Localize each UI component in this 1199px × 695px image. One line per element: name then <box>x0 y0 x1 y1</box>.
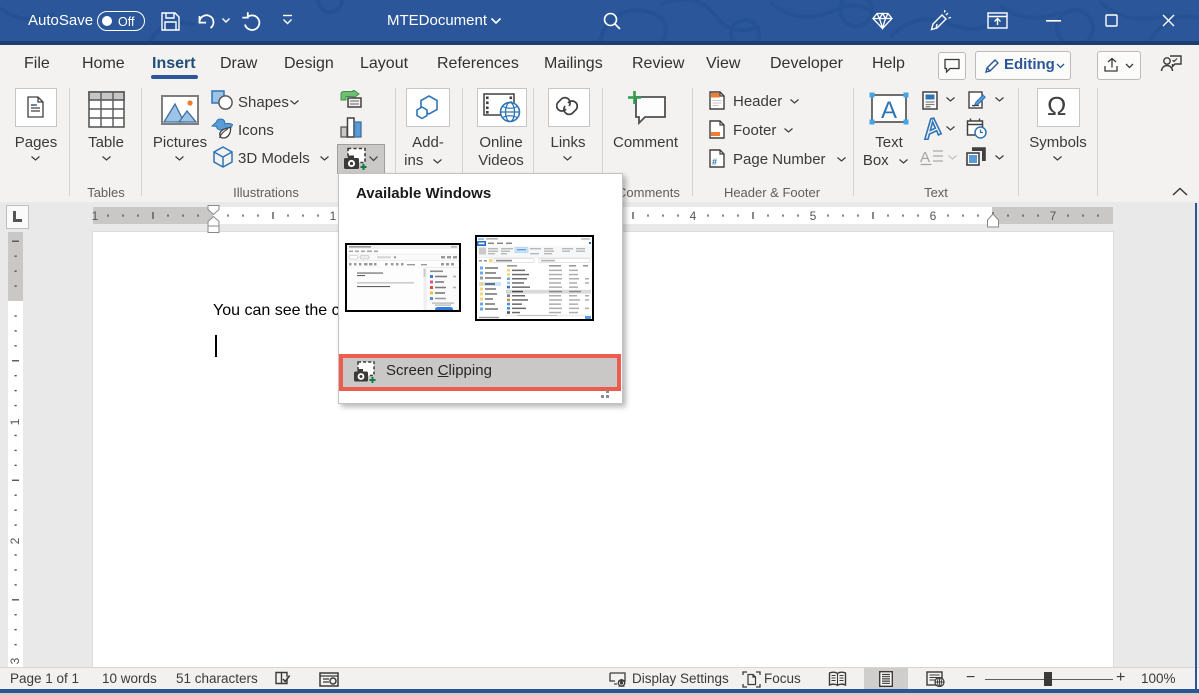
svg-text:1: 1 <box>92 209 99 223</box>
svg-text:A: A <box>920 149 930 166</box>
svg-text:3: 3 <box>8 657 22 664</box>
svg-text:5: 5 <box>810 209 817 223</box>
svg-text:6: 6 <box>930 209 937 223</box>
svg-text:4: 4 <box>690 209 697 223</box>
svg-text:1: 1 <box>8 418 22 425</box>
svg-text:2: 2 <box>8 537 22 544</box>
svg-text:7: 7 <box>1050 209 1057 223</box>
svg-text:1: 1 <box>330 209 337 223</box>
svg-text:A: A <box>881 97 897 124</box>
svg-text:#: # <box>712 157 717 167</box>
